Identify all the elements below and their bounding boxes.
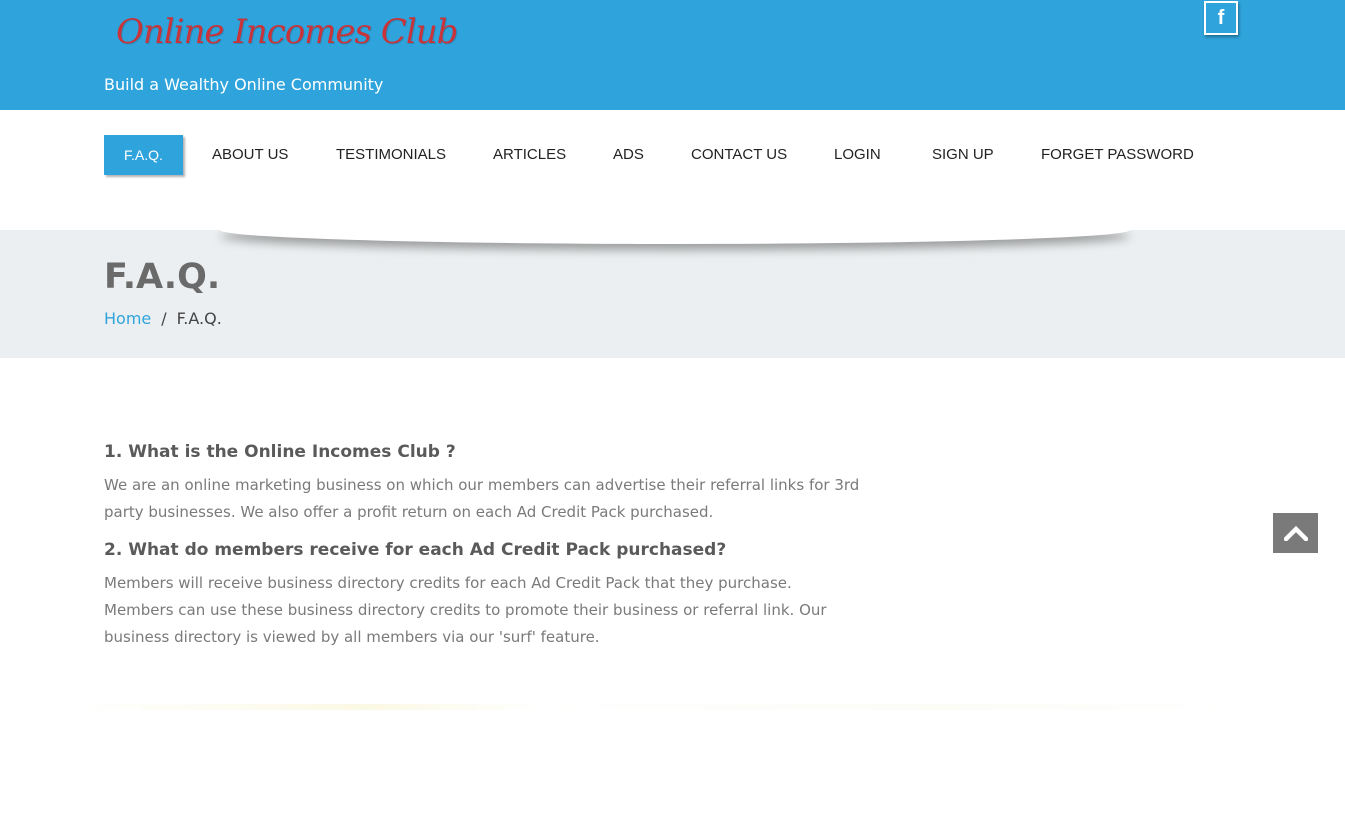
faq-answer: We are an online marketing business on w…: [104, 476, 860, 521]
nav-item-about-us[interactable]: ABOUT US: [212, 135, 288, 175]
facebook-icon: f: [1217, 7, 1225, 29]
faq-list: 1. What is the Online Incomes Club ? We …: [104, 440, 864, 646]
nav-item-ads[interactable]: ADS: [613, 135, 644, 175]
faq-item: 1. What is the Online Incomes Club ? We …: [104, 440, 864, 526]
main-nav: F.A.Q. ABOUT US TESTIMONIALS ARTICLES AD…: [0, 110, 1345, 230]
breadcrumb-separator: /: [161, 309, 167, 328]
breadcrumb: Home / F.A.Q.: [104, 309, 222, 328]
title-bar-shadow: [220, 230, 1130, 244]
nav-item-faq[interactable]: F.A.Q.: [104, 135, 183, 175]
chevron-up-icon: [1283, 525, 1308, 541]
nav-item-sign-up[interactable]: SIGN UP: [932, 135, 994, 175]
nav-item-testimonials[interactable]: TESTIMONIALS: [336, 135, 446, 175]
back-to-top-button[interactable]: [1273, 513, 1318, 553]
nav-item-forget-password[interactable]: FORGET PASSWORD: [1041, 135, 1194, 175]
faq-item: 2. What do members receive for each Ad C…: [104, 538, 864, 646]
site-tagline: Build a Wealthy Online Community: [104, 75, 384, 94]
breadcrumb-home-link[interactable]: Home: [104, 309, 151, 328]
facebook-button[interactable]: f: [1204, 1, 1238, 35]
faq-answer: Members will receive business directory …: [104, 574, 827, 646]
page-title: F.A.Q.: [104, 257, 221, 297]
nav-item-login[interactable]: LOGIN: [834, 135, 881, 175]
faq-question: 1. What is the Online Incomes Club ?: [104, 442, 456, 462]
content-fade-overlay: [0, 646, 1345, 825]
nav-item-contact-us[interactable]: CONTACT US: [691, 135, 787, 175]
breadcrumb-current: F.A.Q.: [176, 309, 222, 328]
faq-question: 2. What do members receive for each Ad C…: [104, 540, 727, 560]
decorative-glow: [80, 704, 1230, 710]
page-title-bar: F.A.Q. Home / F.A.Q.: [0, 230, 1345, 358]
site-logo[interactable]: Online Incomes Club: [116, 12, 458, 52]
nav-item-articles[interactable]: ARTICLES: [493, 135, 566, 175]
site-header: Online Incomes Club Build a Wealthy Onli…: [0, 0, 1345, 110]
